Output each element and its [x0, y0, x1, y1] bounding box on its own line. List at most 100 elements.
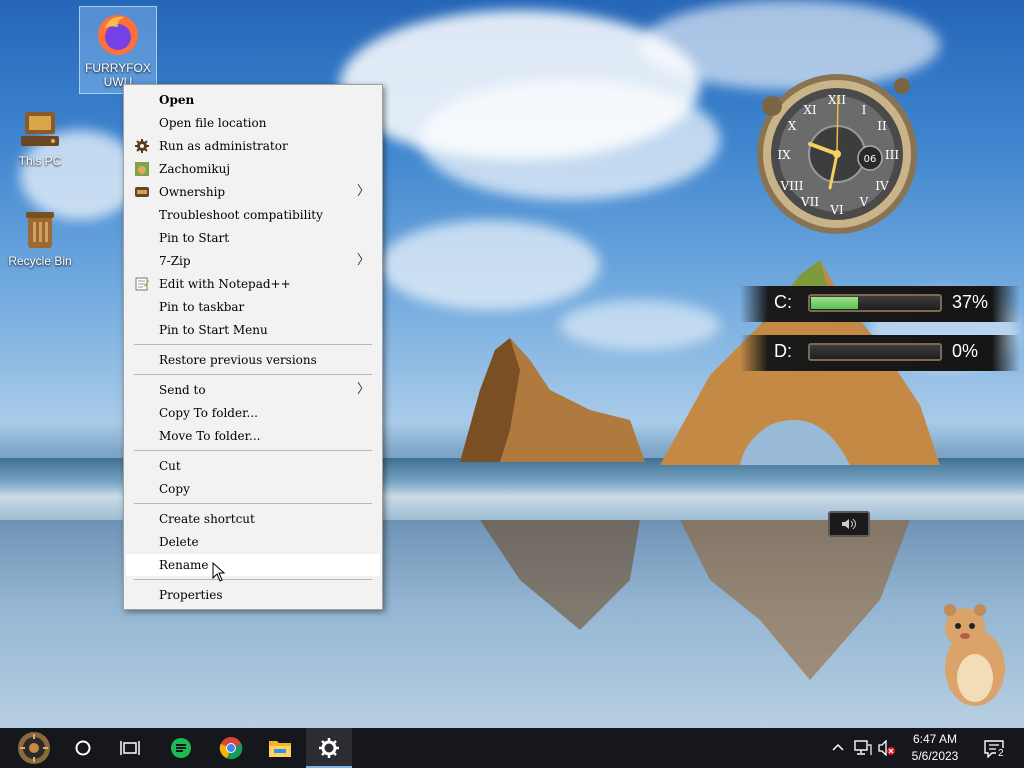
show-hidden-icons-button[interactable] — [828, 728, 848, 768]
drive-percent: 0% — [952, 341, 979, 361]
taskbar-clock[interactable]: 6:47 AM 5/6/2023 — [905, 731, 965, 765]
menu-item-label: 7-Zip — [159, 254, 191, 268]
mouse-cursor-icon — [212, 562, 226, 582]
taskbar-app-file-explorer[interactable] — [257, 728, 303, 768]
desktop-icon-label: FURRYFOX — [85, 61, 151, 75]
menu-item-restore-previous-versions[interactable]: Restore previous versions — [126, 349, 380, 371]
chevron-right-icon: 〉 — [356, 253, 370, 268]
menu-item-label: Copy To folder... — [159, 406, 258, 420]
drive-usage-bar — [808, 294, 942, 312]
menu-item-run-as-administrator[interactable]: Run as administrator — [126, 135, 380, 157]
menu-item-pin-to-start-menu[interactable]: Pin to Start Menu — [126, 319, 380, 341]
menu-item-ownership[interactable]: Ownership 〉 — [126, 181, 380, 203]
menu-item-edit-with-notepad[interactable]: Edit with Notepad++ — [126, 273, 380, 295]
menu-item-open[interactable]: Open — [126, 89, 380, 111]
svg-text:X: X — [788, 119, 797, 133]
menu-item-label: Open — [159, 93, 195, 107]
svg-text:VII: VII — [800, 195, 819, 209]
taskbar-date: 5/6/2023 — [911, 749, 959, 763]
start-button[interactable] — [8, 728, 60, 768]
menu-item-send-to[interactable]: Send to 〉 — [126, 379, 380, 401]
menu-item-label: Create shortcut — [159, 512, 255, 526]
firefox-icon — [98, 15, 138, 55]
steampunk-clock-widget[interactable]: 06 XIIIII VIIX III IVV VIIVIII XXI — [752, 66, 922, 236]
chevron-right-icon: 〉 — [356, 184, 370, 199]
volume-widget[interactable] — [828, 511, 870, 537]
menu-item-label: Delete — [159, 535, 199, 549]
menu-item-label: Send to — [159, 383, 206, 397]
menu-separator — [134, 503, 372, 504]
taskbar-app-chrome[interactable] — [208, 728, 254, 768]
menu-item-move-to-folder[interactable]: Move To folder... — [126, 425, 380, 447]
drive-percent: 37% — [952, 292, 989, 312]
task-view-button[interactable] — [107, 728, 153, 768]
notepad-plus-plus-icon — [135, 277, 149, 291]
svg-text:II: II — [877, 119, 887, 133]
ownership-icon — [135, 187, 149, 197]
menu-item-copy-to-folder[interactable]: Copy To folder... — [126, 402, 380, 424]
chevron-right-icon: 〉 — [356, 382, 370, 397]
menu-item-troubleshoot-compatibility[interactable]: Troubleshoot compatibility — [126, 204, 380, 226]
desktop-icon-label: This PC — [18, 154, 62, 168]
network-icon — [854, 740, 872, 755]
menu-item-label: Edit with Notepad++ — [159, 277, 291, 291]
drive-usage-bar — [808, 343, 942, 361]
menu-item-delete[interactable]: Delete — [126, 531, 380, 553]
drive-letter: D: — [774, 341, 792, 361]
menu-item-pin-to-taskbar[interactable]: Pin to taskbar — [126, 296, 380, 318]
clock-date-number: 06 — [864, 154, 877, 165]
menu-item-label: Restore previous versions — [159, 353, 317, 367]
drive-gauge-c[interactable]: C: 37% — [740, 286, 1020, 322]
task-view-icon — [120, 741, 140, 755]
taskbar-time: 6:47 AM — [912, 732, 958, 746]
menu-item-create-shortcut[interactable]: Create shortcut — [126, 508, 380, 530]
menu-item-pin-to-start[interactable]: Pin to Start — [126, 227, 380, 249]
svg-text:VI: VI — [829, 203, 844, 217]
taskbar-app-sticky-notes[interactable] — [158, 728, 204, 768]
cortana-search-button[interactable] — [60, 728, 106, 768]
drive-letter: C: — [774, 292, 792, 312]
chevron-up-icon — [832, 743, 844, 751]
notes-app-icon — [171, 738, 191, 758]
desktop-icon-this-pc[interactable]: This PC — [2, 106, 78, 174]
svg-text:VIII: VIII — [780, 179, 804, 193]
menu-item-label: Pin to taskbar — [159, 300, 245, 314]
recycle-bin-icon — [26, 212, 54, 248]
svg-text:IV: IV — [875, 179, 889, 193]
menu-item-rename[interactable]: Rename — [126, 554, 380, 576]
menu-item-label: Copy — [159, 482, 190, 496]
desktop-icon-furryfox[interactable]: FURRYFOX UWU — [79, 6, 157, 94]
volume-tray-button[interactable] — [876, 728, 898, 768]
hamster-desktop-pet[interactable] — [930, 600, 1010, 710]
speaker-icon — [842, 518, 856, 530]
taskbar-app-settings[interactable] — [306, 728, 352, 768]
action-center-button[interactable]: 2 — [978, 728, 1014, 768]
svg-text:I: I — [862, 103, 867, 117]
drive-usage-fill — [811, 297, 858, 309]
menu-item-label: Run as administrator — [159, 139, 288, 153]
menu-item-label: Troubleshoot compatibility — [159, 208, 323, 222]
folder-icon — [269, 741, 291, 757]
notification-count-badge: 2 — [996, 748, 1006, 759]
menu-separator — [134, 344, 372, 345]
network-tray-button[interactable] — [852, 728, 874, 768]
menu-item-7zip[interactable]: 7-Zip 〉 — [126, 250, 380, 272]
menu-separator — [134, 579, 372, 580]
desktop-icon-recycle-bin[interactable]: Recycle Bin — [2, 204, 78, 272]
menu-item-label: Open file location — [159, 116, 267, 130]
search-circle-icon — [75, 740, 91, 756]
desktop-icon-label: Recycle Bin — [8, 254, 72, 268]
computer-icon — [21, 112, 59, 146]
menu-item-zachomikuj[interactable]: Zachomikuj — [126, 158, 380, 180]
menu-item-cut[interactable]: Cut — [126, 455, 380, 477]
menu-item-copy[interactable]: Copy — [126, 478, 380, 500]
menu-item-label: Ownership — [159, 185, 226, 199]
menu-item-properties[interactable]: Properties — [126, 584, 380, 606]
menu-item-label: Move To folder... — [159, 429, 261, 443]
menu-item-open-file-location[interactable]: Open file location — [126, 112, 380, 134]
svg-text:XI: XI — [803, 103, 817, 117]
menu-item-label: Pin to Start — [159, 231, 230, 245]
drive-gauge-d[interactable]: D: 0% — [740, 335, 1020, 371]
taskbar: 6:47 AM 5/6/2023 2 — [0, 728, 1024, 768]
svg-text:III: III — [885, 148, 899, 162]
